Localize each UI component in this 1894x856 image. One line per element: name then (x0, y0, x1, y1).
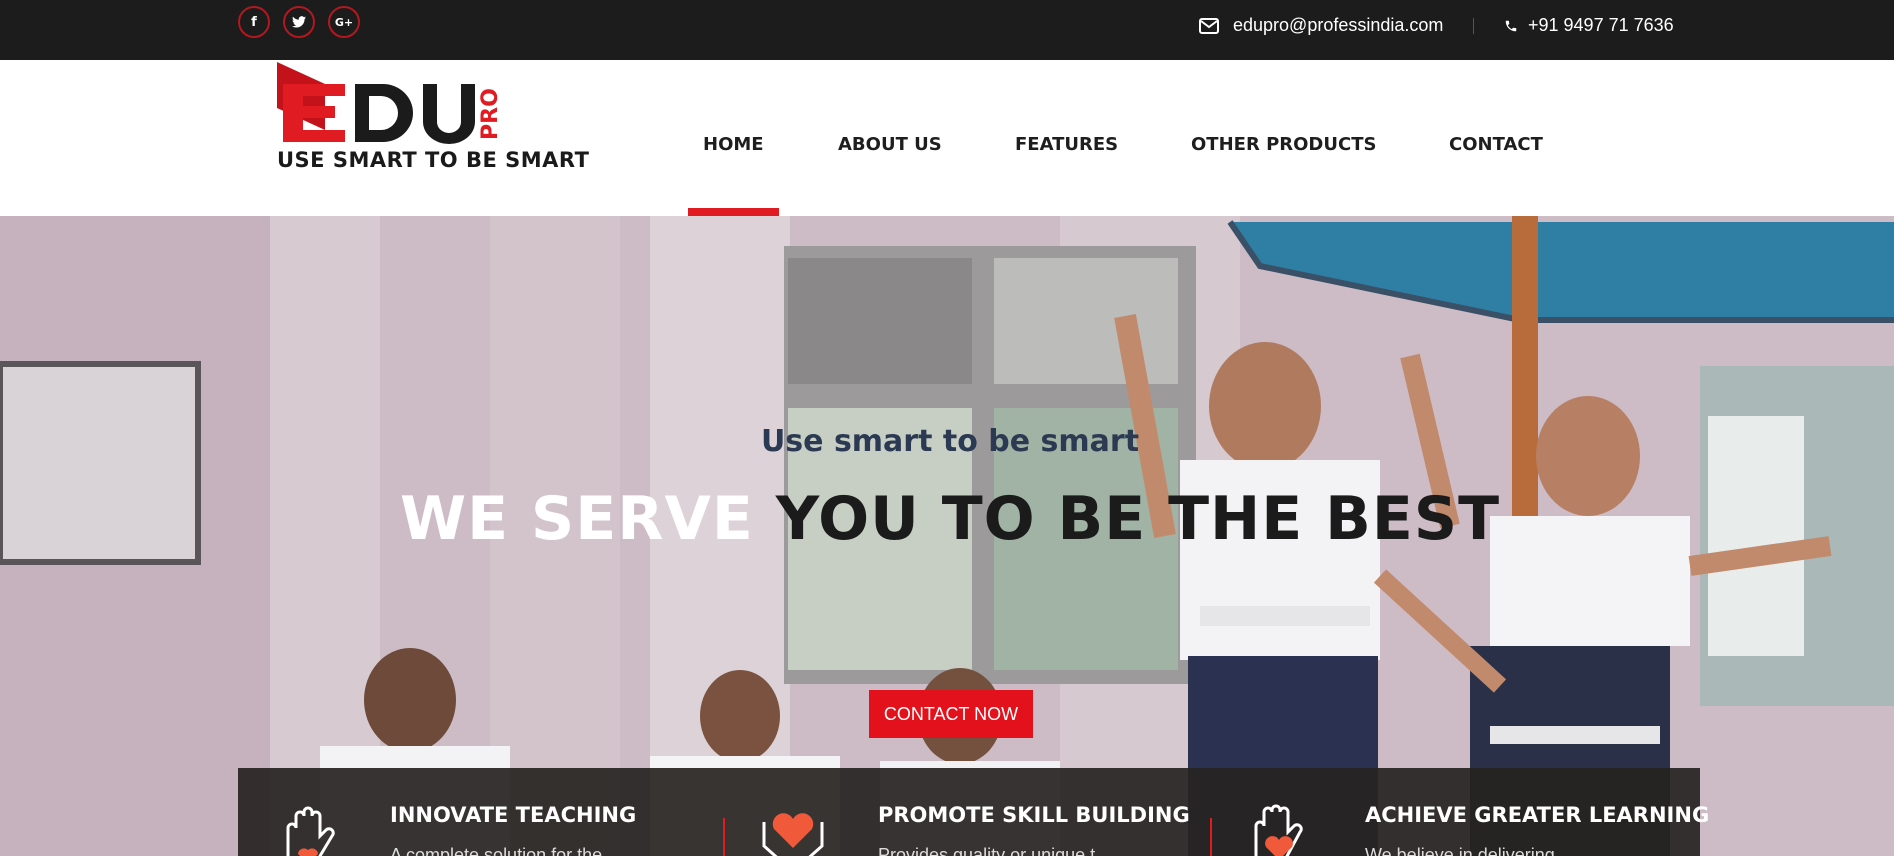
contact-now-button[interactable]: CONTACT NOW (869, 690, 1033, 738)
nav-features[interactable]: FEATURES (1015, 134, 1118, 155)
twitter-bird-icon (292, 16, 306, 28)
hero-title-part1: WE SERVE (399, 484, 776, 554)
contact-divider (1473, 18, 1474, 34)
logo-pro-text: PRO (478, 88, 503, 140)
hero-title: WE SERVE YOU TO BE THE BEST (0, 484, 1894, 554)
heart-hands-icon (762, 813, 824, 856)
facebook-icon[interactable]: f (238, 6, 270, 38)
features-strip: INNOVATE TEACHING A complete solution fo… (238, 768, 1709, 856)
heart-hand-icon (1254, 804, 1303, 856)
nav-other-products[interactable]: OTHER PRODUCTS (1191, 134, 1376, 155)
envelope-icon (1199, 17, 1219, 34)
hero-title-part2: YOU TO BE THE BEST (775, 484, 1500, 554)
feature-2-title: PROMOTE SKILL BUILDING (878, 803, 1190, 827)
logo-tagline: USE SMART TO BE SMART (277, 148, 590, 172)
feature-divider (723, 818, 725, 856)
feature-2-text: Provides quality or unique t (878, 845, 1096, 856)
feature-1-text: A complete solution for the (390, 845, 603, 856)
nav-active-indicator (688, 208, 779, 216)
phone-contact[interactable]: +91 9497 71 7636 (1504, 15, 1674, 36)
site-header: PRO USE SMART TO BE SMART HOME ABOUT US … (0, 60, 1894, 216)
hero-banner: Use smart to be smart WE SERVE YOU TO BE… (0, 216, 1894, 856)
email-text[interactable]: edupro@professindia.com (1233, 15, 1443, 36)
feature-1-title: INNOVATE TEACHING (390, 803, 637, 827)
feature-3-title: ACHIEVE GREATER LEARNING (1365, 803, 1710, 827)
feature-3-text: We believe in delivering (1365, 845, 1555, 856)
feature-divider (1210, 818, 1212, 856)
phone-icon (1505, 20, 1517, 31)
hero-subtitle: Use smart to be smart (760, 424, 1140, 459)
twitter-icon[interactable] (283, 6, 315, 38)
nav-home[interactable]: HOME (703, 134, 764, 155)
hand-icon (286, 806, 335, 856)
google-plus-icon[interactable]: G+ (328, 6, 360, 38)
nav-about-us[interactable]: ABOUT US (838, 134, 942, 155)
phone-text[interactable]: +91 9497 71 7636 (1528, 15, 1674, 36)
top-bar: f G+ edupro@professindia.com +91 9497 71… (0, 0, 1894, 60)
nav-contact[interactable]: CONTACT (1449, 134, 1543, 155)
email-contact[interactable]: edupro@professindia.com (1199, 15, 1443, 36)
